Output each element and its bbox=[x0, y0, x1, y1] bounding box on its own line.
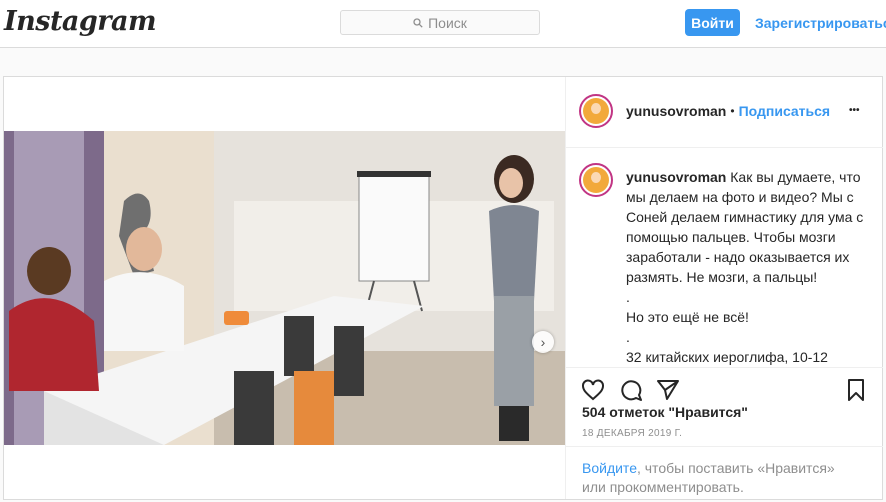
avatar-image bbox=[583, 98, 609, 124]
login-prompt: Войдите, чтобы поставить «Нравится» или … bbox=[566, 446, 883, 501]
top-nav: Instagram Поиск Войти Зарегистрироваться bbox=[0, 0, 886, 48]
avatar[interactable] bbox=[579, 94, 613, 128]
search-placeholder: Поиск bbox=[428, 14, 467, 31]
post-actions: 504 отметок "Нравится" 18 ДЕКАБРЯ 2019 Г… bbox=[566, 367, 883, 500]
chevron-right-icon: › bbox=[540, 334, 546, 350]
signup-link[interactable]: Зарегистрироваться bbox=[755, 15, 886, 31]
username-link[interactable]: yunusovroman bbox=[626, 103, 726, 119]
post-card: › yunusovroman • Подписаться ••• yunusov… bbox=[3, 76, 883, 500]
more-options-icon[interactable]: ••• bbox=[849, 105, 860, 116]
instagram-logo[interactable]: Instagram bbox=[4, 6, 157, 37]
post-date[interactable]: 18 ДЕКАБРЯ 2019 Г. bbox=[582, 428, 682, 439]
separator-dot: • bbox=[730, 104, 735, 118]
avatar-image bbox=[583, 167, 609, 193]
post-header: yunusovroman • Подписаться ••• bbox=[566, 77, 883, 148]
share-icon[interactable] bbox=[656, 378, 680, 402]
caption-section: yunusovroman Как вы думаете, что мы дела… bbox=[566, 148, 883, 366]
login-button[interactable]: Войти bbox=[685, 9, 740, 36]
search-icon bbox=[413, 17, 423, 28]
heart-icon[interactable] bbox=[581, 378, 605, 402]
bookmark-icon[interactable] bbox=[844, 378, 868, 402]
search-input[interactable]: Поиск bbox=[340, 10, 540, 35]
header-user-row: yunusovroman • Подписаться bbox=[626, 103, 830, 119]
photo-scene bbox=[4, 131, 565, 445]
carousel-next-button[interactable]: › bbox=[532, 331, 554, 353]
post-photo[interactable]: › bbox=[4, 131, 565, 445]
caption-username[interactable]: yunusovroman bbox=[626, 169, 726, 185]
follow-button[interactable]: Подписаться bbox=[739, 103, 831, 119]
caption-text: Как вы думаете, что мы делаем на фото и … bbox=[626, 169, 864, 365]
comment-icon[interactable] bbox=[619, 378, 643, 402]
likes-count[interactable]: 504 отметок "Нравится" bbox=[582, 404, 748, 420]
avatar[interactable] bbox=[579, 163, 613, 197]
caption: yunusovroman Как вы думаете, что мы дела… bbox=[626, 167, 866, 366]
login-link[interactable]: Войдите bbox=[582, 460, 637, 476]
post-sidebar: yunusovroman • Подписаться ••• yunusovro… bbox=[565, 77, 883, 499]
login-prompt-text: Войдите, чтобы поставить «Нравится» или … bbox=[582, 459, 862, 497]
